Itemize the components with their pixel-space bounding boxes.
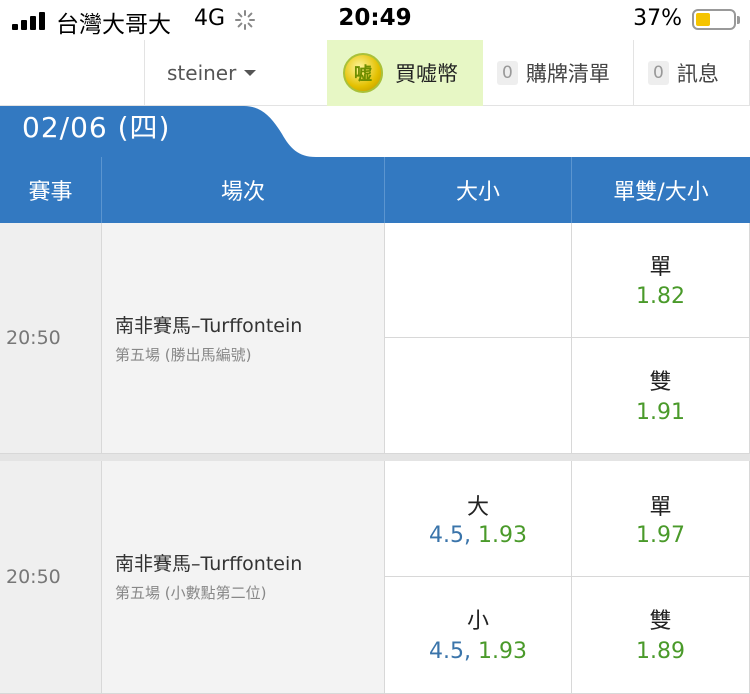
bet-list-count: 0 [497, 61, 518, 85]
messages-count: 0 [648, 61, 669, 85]
race-subtitle: 第五場 (小數點第二位) [115, 584, 267, 602]
bet-even-button[interactable]: 雙 1.91 [572, 338, 750, 454]
date-tab[interactable]: 02/06 (四) [0, 106, 750, 158]
race-info: 南非賽馬–Turffontein 第五場 (勝出馬編號) [102, 223, 385, 454]
bet-odds: 1.93 [478, 523, 527, 548]
race-name: 南非賽馬–Turffontein [115, 315, 303, 337]
bet-label: 單 [649, 255, 672, 280]
bet-line: 4.5, [429, 639, 471, 664]
bet-line-odds: 4.5, 1.93 [385, 639, 571, 664]
bet-line: 4.5, [429, 523, 471, 548]
table-row: 20:50 南非賽馬–Turffontein 第五場 (小數點第二位) 大 4.… [0, 461, 750, 694]
bet-odds: 1.82 [636, 284, 685, 309]
user-menu-button[interactable]: steiner [144, 40, 327, 106]
bet-small-button[interactable]: 小 4.5, 1.93 [385, 577, 572, 694]
bet-label: 單 [649, 495, 672, 520]
bet-odds: 1.97 [636, 523, 685, 548]
bet-odd-button[interactable]: 單 1.82 [572, 223, 750, 338]
bet-big-button[interactable]: 大 4.5, 1.93 [385, 461, 572, 577]
bet-odds: 1.89 [636, 639, 685, 664]
column-header-size: 大小 [385, 157, 572, 223]
bet-odds: 1.91 [636, 400, 685, 425]
date-label: 02/06 (四) [22, 111, 171, 144]
bet-odd-button[interactable]: 單 1.97 [572, 461, 750, 577]
size-bet-empty [385, 338, 572, 454]
bet-list-label: 購牌清單 [525, 62, 610, 86]
buy-coin-label: 買嘘幣 [395, 62, 458, 86]
column-header-race: 場次 [102, 157, 385, 223]
status-bar: 台灣大哥大 4G 20:49 37% [0, 0, 750, 40]
bet-odds: 1.93 [478, 639, 527, 664]
battery-icon [692, 9, 740, 30]
messages-button[interactable]: 0 訊息 [634, 40, 750, 106]
bet-label: 雙 [649, 370, 672, 395]
bet-label: 大 [466, 495, 489, 520]
caret-down-icon [244, 70, 257, 76]
table-header: 賽事 場次 大小 單雙/大小 [0, 157, 750, 223]
bet-label: 雙 [649, 609, 672, 634]
table-row: 20:50 南非賽馬–Turffontein 第五場 (勝出馬編號) 單 1.8… [0, 223, 750, 454]
battery-percent: 37% [633, 6, 682, 31]
event-time: 20:50 [0, 461, 102, 694]
column-header-oddeven: 單雙/大小 [613, 180, 709, 205]
race-subtitle: 第五場 (勝出馬編號) [115, 346, 252, 364]
coin-icon: 嘘 [343, 53, 383, 93]
event-time: 20:50 [0, 223, 102, 454]
race-info: 南非賽馬–Turffontein 第五場 (小數點第二位) [102, 461, 385, 694]
race-name: 南非賽馬–Turffontein [115, 553, 303, 575]
bet-line-odds: 4.5, 1.93 [385, 523, 571, 548]
top-nav: steiner 嘘 買嘘幣 0 購牌清單 0 訊息 [0, 40, 750, 106]
messages-label: 訊息 [676, 62, 719, 86]
bet-even-button[interactable]: 雙 1.89 [572, 577, 750, 694]
bet-label: 小 [466, 609, 489, 634]
bet-list-button[interactable]: 0 購牌清單 [483, 40, 634, 106]
username: steiner [167, 61, 237, 85]
column-header-event: 賽事 [0, 157, 102, 223]
row-separator [0, 454, 750, 461]
buy-coin-button[interactable]: 嘘 買嘘幣 [327, 40, 483, 106]
size-bet-empty [385, 223, 572, 338]
